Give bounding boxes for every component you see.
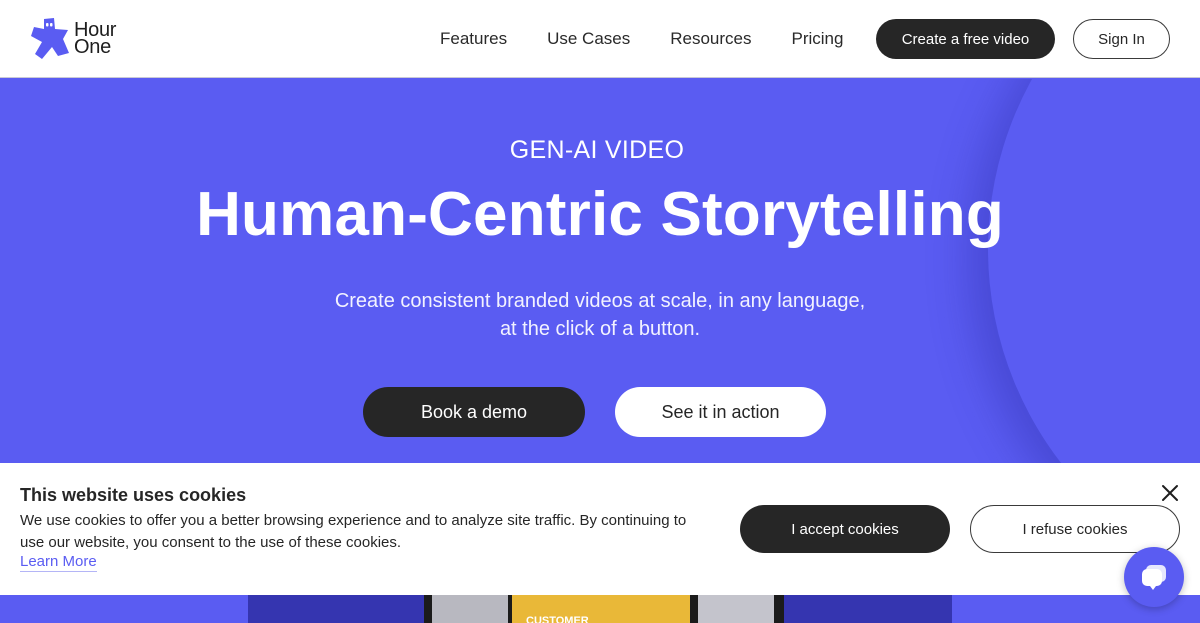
cookie-banner: This website uses cookies We use cookies…: [0, 463, 1200, 595]
logo-text: Hour One: [74, 20, 116, 58]
preview-list: [698, 595, 774, 623]
logo-line-2: One: [74, 36, 111, 58]
nav-use-cases[interactable]: Use Cases: [547, 29, 630, 49]
accept-cookies-button[interactable]: I accept cookies: [740, 505, 950, 553]
hero-subtitle: Create consistent branded videos at scal…: [300, 287, 900, 343]
refuse-cookies-button[interactable]: I refuse cookies: [970, 505, 1180, 553]
chat-launcher-button[interactable]: [1124, 547, 1184, 607]
main-nav: Features Use Cases Resources Pricing: [440, 0, 883, 78]
hero-title: Human-Centric Storytelling: [196, 180, 1004, 249]
hour-one-star-icon: [31, 18, 69, 59]
book-demo-button[interactable]: Book a demo: [363, 387, 585, 437]
product-preview: CUSTOMER: [0, 595, 1200, 623]
logo[interactable]: Hour One: [30, 17, 116, 61]
cookie-text: We use cookies to offer you a better bro…: [20, 512, 687, 551]
nav-resources[interactable]: Resources: [670, 29, 751, 49]
see-in-action-button[interactable]: See it in action: [615, 387, 826, 437]
chat-bubble-icon: [1142, 565, 1166, 590]
hero-subtitle-line-1: Create consistent branded videos at scal…: [334, 290, 866, 312]
hero-subtitle-line-2: at the click of a button.: [499, 318, 701, 340]
preview-customer-card: CUSTOMER: [512, 595, 690, 623]
site-header: Hour One Features Use Cases Resources Pr…: [0, 0, 1200, 78]
hero-section: GEN-AI VIDEO Human-Centric Storytelling …: [0, 79, 1200, 463]
preview-sidebar: [432, 595, 508, 623]
create-free-video-button[interactable]: Create a free video: [876, 19, 1055, 59]
close-icon[interactable]: [1160, 483, 1180, 503]
preview-card-text: CUSTOMER: [526, 615, 589, 623]
nav-features[interactable]: Features: [440, 29, 507, 49]
sign-in-button[interactable]: Sign In: [1073, 19, 1170, 59]
hero-eyebrow: GEN-AI VIDEO: [509, 136, 685, 164]
cookie-title: This website uses cookies: [20, 485, 247, 505]
learn-more-link[interactable]: Learn More: [20, 553, 97, 572]
nav-pricing[interactable]: Pricing: [792, 29, 844, 49]
